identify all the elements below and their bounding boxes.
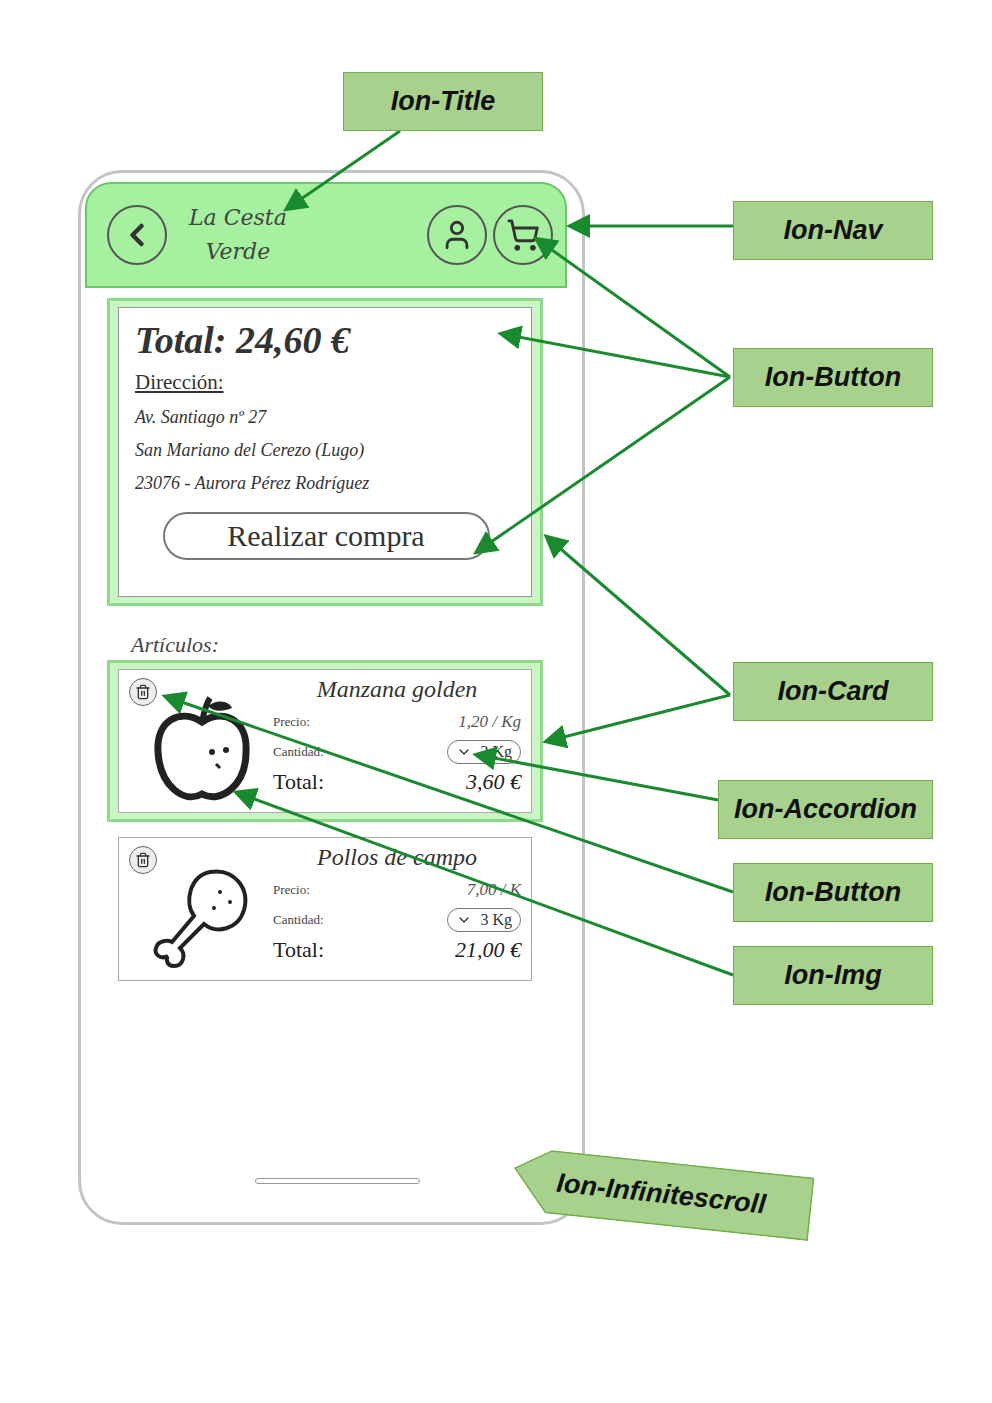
- article-card: Pollos de campo Precio: 7,00 / K Cantidad: 3…: [118, 837, 532, 981]
- chevron-down-icon: [456, 912, 472, 928]
- annotation-label: Ion-Nav: [733, 201, 933, 260]
- annotation-label: Ion-Title: [343, 72, 543, 131]
- quantity-value: 3 Kg: [480, 743, 512, 761]
- quantity-label: Cantidad:: [273, 744, 324, 760]
- annotation-label: Ion-Accordion: [718, 780, 933, 839]
- annotation-label: Ion-Card: [733, 662, 933, 721]
- address-line: San Mariano del Cerezo (Lugo): [135, 440, 517, 461]
- price-label: Precio:: [273, 714, 310, 730]
- quantity-row: Cantidad: 3 Kg: [273, 905, 521, 935]
- toolbar: La CestaVerde: [85, 182, 567, 288]
- back-button[interactable]: [107, 205, 167, 265]
- price-row: Precio: 1,20 / Kg: [273, 707, 521, 737]
- profile-button[interactable]: [427, 205, 487, 265]
- article-card: Manzana golden Precio: 1,20 / Kg Cantidad: 3…: [118, 669, 532, 813]
- arrow: [538, 240, 730, 377]
- arrow: [238, 793, 733, 975]
- article-name: Manzana golden: [273, 676, 521, 703]
- quantity-row: Cantidad: 3 Kg: [273, 737, 521, 767]
- total-row: Total: 3,60 €: [273, 767, 521, 797]
- trash-icon: [135, 852, 151, 868]
- address-label: Dirección:: [135, 370, 517, 395]
- article-details: Manzana golden Precio: 1,20 / Kg Cantidad: 3…: [267, 676, 521, 806]
- trash-icon: [135, 684, 151, 700]
- diagram-page: La CestaVerde Total: 24,60 € Dirección: Av.…: [0, 0, 992, 1403]
- quantity-value: 3 Kg: [480, 911, 512, 929]
- quantity-select[interactable]: 3 Kg: [447, 908, 521, 932]
- annotation-label: Ion-Button: [733, 863, 933, 922]
- app-title-line: Verde: [206, 235, 271, 269]
- home-indicator: [255, 1178, 420, 1184]
- article-name: Pollos de campo: [273, 844, 521, 871]
- content: Total: 24,60 € Dirección: Av. Santiago nº …: [85, 288, 568, 1222]
- delete-button[interactable]: [129, 678, 157, 706]
- quantity-label: Cantidad:: [273, 912, 324, 928]
- cart-icon: [506, 218, 540, 252]
- arrow: [478, 377, 730, 551]
- arrow: [503, 334, 730, 377]
- annotation-label: Ion-Infinitescroll: [510, 1146, 815, 1241]
- price-value: 7,00 / K: [467, 880, 521, 900]
- price-row: Precio: 7,00 / K: [273, 875, 521, 905]
- arrow: [288, 131, 400, 208]
- article-card-frame: Pollos de campo Precio: 7,00 / K Cantidad: 3…: [107, 828, 543, 990]
- summary-card-frame: Total: 24,60 € Dirección: Av. Santiago nº …: [107, 298, 543, 606]
- arrow: [548, 538, 730, 695]
- address-line: Av. Santiago nº 27: [135, 407, 517, 428]
- app-title-line: La Cesta: [189, 201, 287, 235]
- article-list: Manzana golden Precio: 1,20 / Kg Cantidad: 3…: [107, 660, 568, 990]
- quantity-select[interactable]: 3 Kg: [447, 740, 521, 764]
- chevron-down-icon: [456, 744, 472, 760]
- delete-button[interactable]: [129, 846, 157, 874]
- checkout-button[interactable]: Realizar compra: [163, 512, 490, 560]
- back-arrow-icon: [119, 217, 155, 253]
- address-line: 23076 - Aurora Pérez Rodríguez: [135, 473, 517, 494]
- arrow: [548, 695, 730, 741]
- cart-button[interactable]: [493, 205, 553, 265]
- articles-label: Artículos:: [131, 632, 568, 658]
- total-label: Total:: [273, 769, 324, 795]
- annotation-label: Ion-Button: [733, 348, 933, 407]
- annotation-label: Ion-Img: [733, 946, 933, 1005]
- arrow: [572, 225, 733, 228]
- app-title: La CestaVerde: [189, 201, 287, 269]
- phone-frame: La CestaVerde Total: 24,60 € Dirección: Av.…: [78, 170, 585, 1225]
- arrow: [167, 697, 733, 892]
- order-total: Total: 24,60 €: [135, 318, 517, 362]
- chicken-leg-icon: [150, 862, 254, 974]
- total-value: 3,60 €: [466, 769, 521, 795]
- total-value: 21,00 €: [455, 937, 521, 963]
- total-label: Total:: [273, 937, 324, 963]
- article-card-frame: Manzana golden Precio: 1,20 / Kg Cantidad: 3…: [107, 660, 543, 822]
- price-label: Precio:: [273, 882, 310, 898]
- user-icon: [440, 218, 474, 252]
- total-row: Total: 21,00 €: [273, 935, 521, 965]
- arrow: [478, 755, 718, 800]
- price-value: 1,20 / Kg: [458, 712, 521, 732]
- apple-icon: [150, 694, 254, 806]
- article-details: Pollos de campo Precio: 7,00 / K Cantidad: 3…: [267, 844, 521, 974]
- summary-card: Total: 24,60 € Dirección: Av. Santiago nº …: [118, 307, 532, 597]
